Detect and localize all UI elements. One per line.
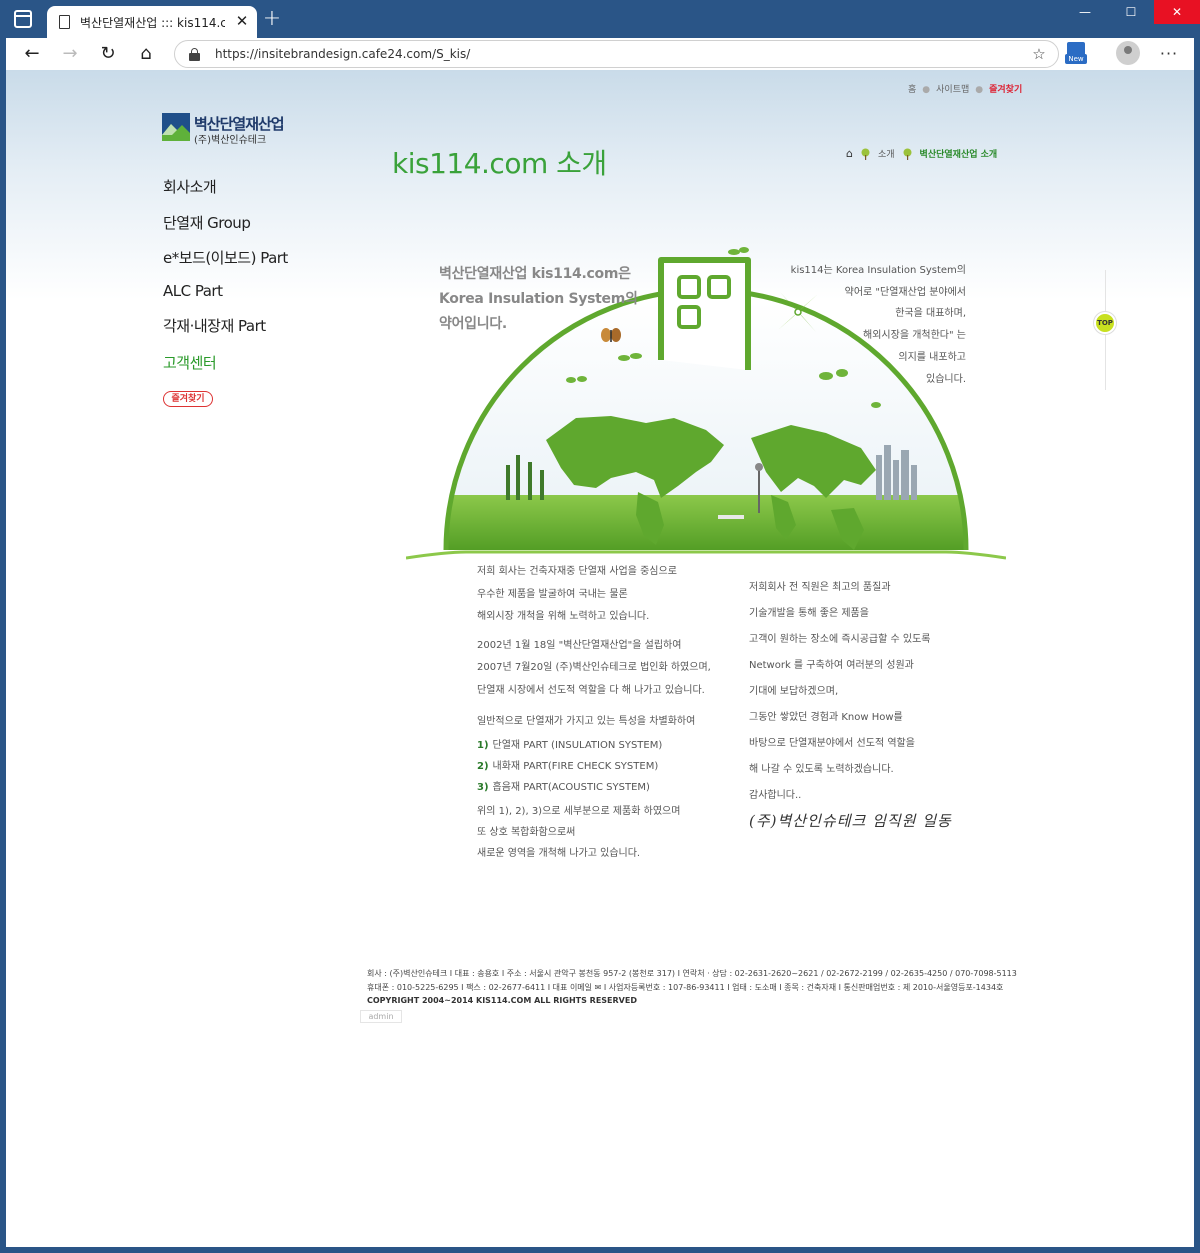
intro-line: 해외시장 개척을 위해 노력하고 있습니다. <box>477 611 650 622</box>
message-line: 감사합니다.. <box>749 790 802 801</box>
hero-desc-line: 약어로 "단열재산업 분야에서 <box>844 286 966 298</box>
side-nav-company[interactable]: 회사소개 <box>163 176 217 197</box>
part-number: 3) <box>477 782 489 793</box>
part-label: 흡음재 PART(ACOUSTIC SYSTEM) <box>492 782 650 793</box>
summary-line: 새로운 영역을 개척해 나가고 있습니다. <box>477 848 641 859</box>
side-nav-alc-part[interactable]: ALC Part <box>163 282 223 300</box>
summary-line: 또 상호 복합화함으로써 <box>477 827 576 838</box>
breadcrumb: ⌂ 소개 벽산단열재산업 소개 <box>846 147 997 160</box>
parts-intro: 일반적으로 단열재가 가지고 있는 특성을 차별화하여 <box>477 716 696 727</box>
home-icon[interactable]: ⌂ <box>846 147 853 160</box>
mountain-logo-icon <box>162 113 190 141</box>
footer-contact-info: 휴대폰 : 010-5225-6295 I 팩스 : 02-2677-6411 … <box>367 982 1004 992</box>
profile-avatar[interactable] <box>1116 41 1140 65</box>
intro-line: 우수한 제품을 발굴하여 국내는 물론 <box>477 588 628 600</box>
url-text[interactable]: https://insitebrandesign.cafe24.com/S_ki… <box>215 47 470 61</box>
tab-close-icon[interactable]: ✕ <box>233 12 251 30</box>
util-link-home[interactable]: 홈 <box>908 85 916 95</box>
tree-icon <box>861 148 870 160</box>
part-item: 1) 단열재 PART (INSULATION SYSTEM) <box>477 735 737 756</box>
history-line: 단열재 시장에서 선도적 역할을 다 해 나가고 있습니다. <box>477 684 705 696</box>
extension-badge: New <box>1065 54 1087 64</box>
message-line: 저희회사 전 직원은 최고의 품질과 <box>749 582 891 593</box>
site-footer: 회사 : (주)벽산인슈테크 I 대표 : 송용호 I 주소 : 서울시 관악구… <box>367 967 1127 1008</box>
favorite-star-icon[interactable]: ☆ <box>1030 45 1048 63</box>
message-line: 바탕으로 단열재분야에서 선도적 역할을 <box>749 738 915 749</box>
home-button[interactable]: ⌂ <box>134 42 158 66</box>
browser-tab[interactable]: 벽산단열재산업 ::: kis114.com 이 ✕ <box>47 6 257 38</box>
hero-description-text: kis114는 Korea Insulation System의 약어로 "단열… <box>766 260 966 390</box>
utility-links: 홈 ● 사이트맵 ● 즐겨찾기 <box>908 85 1023 95</box>
message-line: 기술개발을 통해 좋은 제품을 <box>749 608 869 619</box>
company-message-column: 저희회사 전 직원은 최고의 품질과 기술개발을 통해 좋은 제품을 고객이 원… <box>749 575 989 809</box>
company-intro-column: 저희 회사는 건축자재중 단열재 사업을 중심으로 우수한 제품을 발굴하여 국… <box>477 561 737 864</box>
part-number: 1) <box>477 740 489 751</box>
message-line: 기대에 보답하겠으며, <box>749 686 839 697</box>
hero-desc-line: 의지를 내포하고 <box>898 351 966 363</box>
part-number: 2) <box>477 761 489 772</box>
message-line: 고객이 원하는 장소에 즉시공급할 수 있도록 <box>749 634 931 645</box>
hero-desc-line: 있습니다. <box>926 373 966 385</box>
window-controls: — ☐ ✕ <box>1062 0 1200 24</box>
forward-button[interactable]: → <box>58 42 82 66</box>
footer-copyright: COPYRIGHT 2004~2014 KIS114.COM ALL RIGHT… <box>367 996 637 1005</box>
part-item: 2) 내화재 PART(FIRE CHECK SYSTEM) <box>477 756 737 777</box>
minimize-button[interactable]: — <box>1062 0 1108 24</box>
side-nav-eboard-part[interactable]: e*보드(이보드) Part <box>163 247 288 268</box>
side-nav-insulation-group[interactable]: 단열재 Group <box>163 212 251 233</box>
hero-intro-line: 벽산단열재산업 kis114.com은 <box>439 266 631 282</box>
maximize-button[interactable]: ☐ <box>1108 0 1154 24</box>
side-nav-customer-center[interactable]: 고객센터 <box>163 352 217 373</box>
tab-title: 벽산단열재산업 ::: kis114.com 이 <box>80 16 225 30</box>
lock-icon[interactable] <box>189 48 200 61</box>
side-nav-lumber-part[interactable]: 각재·내장재 Part <box>163 315 266 336</box>
message-line: 해 나갈 수 있도록 노력하겠습니다. <box>749 764 894 775</box>
intro-line: 저희 회사는 건축자재중 단열재 사업을 중심으로 <box>477 566 677 577</box>
history-line: 2007년 7월20일 (주)벽산인슈테크로 법인화 하였으며, <box>477 662 711 673</box>
browser-window: 벽산단열재산업 ::: kis114.com 이 ✕ + — ☐ ✕ ← → ↻… <box>0 0 1200 1253</box>
footer-company-info: 회사 : (주)벽산인슈테크 I 대표 : 송용호 I 주소 : 서울시 관악구… <box>367 969 1017 978</box>
scroll-top-button[interactable]: TOP <box>1094 312 1116 334</box>
history-line: 2002년 1월 18일 "벽산단열재산업"을 설립하여 <box>477 639 682 651</box>
util-link-sitemap[interactable]: 사이트맵 <box>936 85 969 95</box>
back-button[interactable]: ← <box>20 42 44 66</box>
browser-menu-button[interactable]: ··· <box>1157 42 1181 66</box>
extension-new-icon[interactable]: New <box>1065 42 1087 66</box>
hero-desc-line: 한국을 대표하며, <box>895 308 966 320</box>
company-logo[interactable]: 벽산단열재산업 (주)벽산인슈테크 <box>162 113 302 146</box>
page-title: kis114.com 소개 <box>392 147 607 180</box>
page-viewport: 홈 ● 사이트맵 ● 즐겨찾기 벽산단열재산업 (주)벽산인슈테크 회사소개 단열재 G… <box>6 70 1194 1247</box>
hero-intro-line: Korea Insulation System의 <box>439 291 638 307</box>
part-item: 3) 흡음재 PART(ACOUSTIC SYSTEM) <box>477 777 737 798</box>
tree-icon <box>903 148 912 160</box>
reload-button[interactable]: ↻ <box>96 42 120 66</box>
bookmark-button[interactable]: 즐겨찾기 <box>163 391 213 407</box>
hero-desc-line: kis114는 Korea Insulation System의 <box>790 265 966 276</box>
hero-desc-line: 해외시장을 개척한다" 는 <box>863 330 966 342</box>
new-tab-button[interactable]: + <box>262 8 282 30</box>
breadcrumb-level1[interactable]: 소개 <box>878 147 895 160</box>
browser-toolbar: ← → ↻ ⌂ https://insitebrandesign.cafe24.… <box>6 38 1194 70</box>
util-link-bookmark[interactable]: 즐겨찾기 <box>989 85 1022 95</box>
tab-bar: 벽산단열재산업 ::: kis114.com 이 ✕ + — ☐ ✕ <box>0 0 1200 38</box>
page-icon <box>59 15 70 29</box>
part-label: 단열재 PART (INSULATION SYSTEM) <box>492 740 663 751</box>
signature: (주)벽산인슈테크 임직원 일동 <box>749 812 952 830</box>
admin-button[interactable]: admin <box>360 1010 402 1023</box>
message-line: 그동안 쌓았던 경험과 Know How를 <box>749 712 903 723</box>
hero-intro-line: 약어입니다. <box>439 316 507 332</box>
message-line: Network 를 구축하여 여러분의 성원과 <box>749 660 914 671</box>
breadcrumb-current: 벽산단열재산업 소개 <box>919 150 998 160</box>
summary-line: 위의 1), 2), 3)으로 세부분으로 제품화 하였으며 <box>477 806 681 817</box>
close-window-button[interactable]: ✕ <box>1154 0 1200 24</box>
tab-actions-icon[interactable] <box>14 10 32 28</box>
address-bar[interactable]: https://insitebrandesign.cafe24.com/S_ki… <box>174 40 1059 68</box>
hero-intro-text: 벽산단열재산업 kis114.com은 Korea Insulation Sys… <box>439 262 669 337</box>
part-label: 내화재 PART(FIRE CHECK SYSTEM) <box>492 761 659 772</box>
logo-sub-text: (주)벽산인슈테크 <box>194 135 267 146</box>
